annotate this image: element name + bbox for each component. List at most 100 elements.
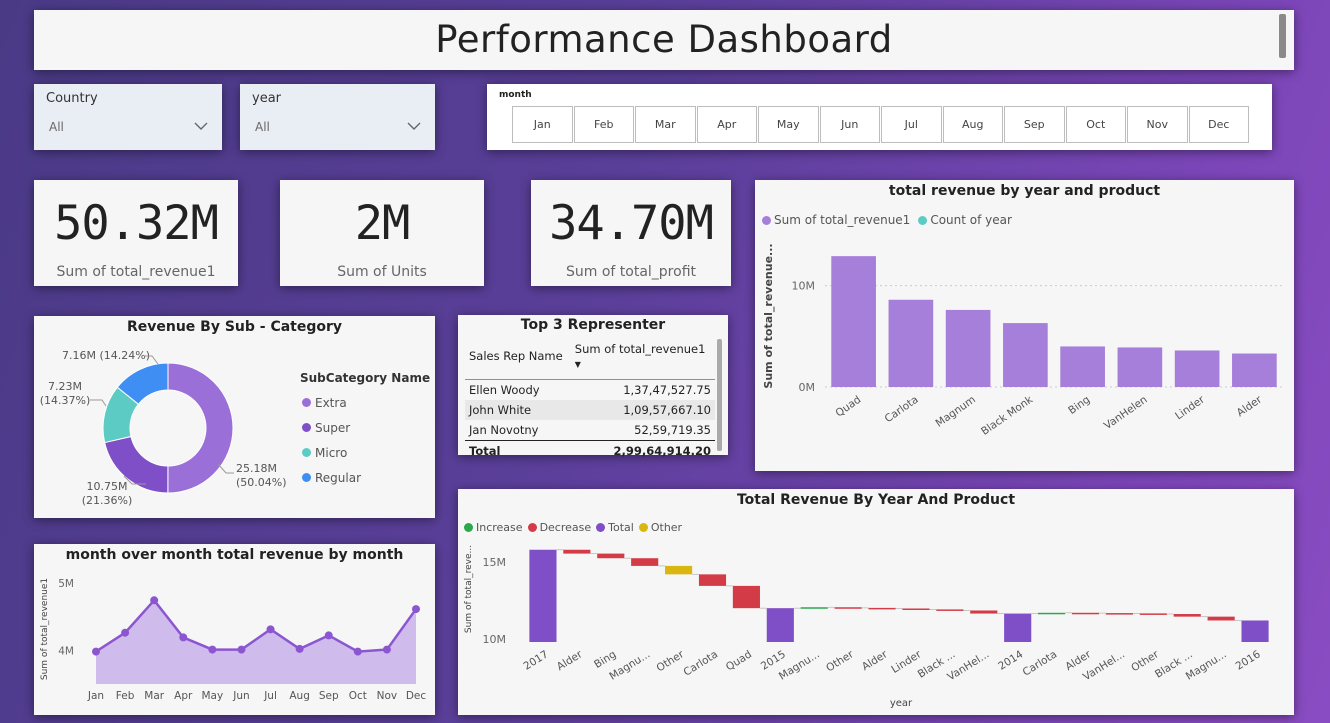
data-point[interactable]: [382, 645, 391, 654]
kpi-card-units: 2M Sum of Units: [280, 180, 484, 286]
legend-dot: [302, 448, 311, 457]
rep-revenue: 1,09,57,667.10: [570, 400, 715, 420]
legend-item[interactable]: Super: [302, 415, 361, 440]
data-point[interactable]: [121, 628, 130, 637]
legend-dot: [302, 473, 311, 482]
country-slicer[interactable]: Country All: [34, 84, 222, 150]
x-tick-label: May: [202, 690, 224, 702]
bar-alder[interactable]: [1232, 353, 1277, 387]
waterfall-bar[interactable]: [1173, 614, 1201, 617]
x-tick-label: Apr: [174, 690, 193, 702]
country-slicer-value[interactable]: All: [49, 120, 64, 134]
waterfall-bar[interactable]: [936, 609, 964, 611]
rep-revenue: 1,37,47,527.75: [623, 383, 711, 397]
x-tick-label: Carlota: [682, 648, 721, 678]
bar-black-monk[interactable]: [1003, 323, 1048, 387]
x-tick-label: Quad: [834, 394, 864, 420]
month-button-oct[interactable]: Oct: [1065, 106, 1126, 143]
bar-linder[interactable]: [1174, 350, 1220, 387]
data-point[interactable]: [208, 645, 217, 654]
top-reps-table: Sales Rep Name Sum of total_revenue1 ▼ El…: [465, 339, 715, 461]
column-header-revenue[interactable]: Sum of total_revenue1 ▼: [570, 339, 715, 380]
legend-item[interactable]: Extra: [302, 390, 361, 415]
month-button-jan[interactable]: Jan: [512, 106, 573, 143]
waterfall-bar[interactable]: [563, 549, 591, 554]
table-row[interactable]: John White 1,09,57,667.10: [465, 400, 715, 420]
month-button-jul[interactable]: Jul: [881, 106, 942, 143]
dashboard-title-bar: Performance Dashboard: [34, 10, 1294, 70]
x-tick-label: Quad: [724, 648, 754, 673]
waterfall-chart: 15M10MSum of total_reve...year2017 Alder B…: [464, 545, 1269, 709]
chevron-down-icon[interactable]: [194, 119, 208, 133]
column-header-rep[interactable]: Sales Rep Name: [465, 339, 571, 380]
year-slicer[interactable]: year All: [240, 84, 435, 150]
month-button-jun[interactable]: Jun: [819, 106, 880, 143]
kpi-card-revenue: 50.32M Sum of total_revenue1: [34, 180, 238, 286]
waterfall-bar[interactable]: [1139, 613, 1167, 615]
legend-item[interactable]: Micro: [302, 440, 361, 465]
waterfall-bar[interactable]: [732, 585, 760, 609]
rep-name: John White: [465, 400, 571, 420]
chevron-down-icon[interactable]: [407, 119, 421, 133]
month-button-feb[interactable]: Feb: [573, 106, 634, 143]
data-point[interactable]: [324, 631, 333, 640]
donut-slice-extra[interactable]: [167, 362, 234, 494]
data-point[interactable]: [412, 605, 420, 614]
bar-carlota[interactable]: [888, 299, 934, 387]
year-slicer-value[interactable]: All: [255, 120, 270, 134]
x-tick-label: Black Monk: [979, 393, 1036, 438]
month-button-sep[interactable]: Sep: [1004, 106, 1065, 143]
waterfall-bar[interactable]: [800, 607, 828, 609]
month-button-dec[interactable]: Dec: [1188, 106, 1249, 143]
month-slicer-label: month: [499, 90, 532, 100]
month-button-may[interactable]: May: [758, 106, 819, 143]
title-scrollbar[interactable]: [1279, 14, 1286, 58]
waterfall-bar[interactable]: [1038, 612, 1066, 615]
month-button-mar[interactable]: Mar: [635, 106, 696, 143]
bar-magnum[interactable]: [945, 309, 991, 387]
total-label: Total: [465, 440, 571, 461]
waterfall-bar[interactable]: [1071, 612, 1100, 615]
x-tick-label: Dec: [406, 690, 427, 702]
month-button-apr[interactable]: Apr: [696, 106, 757, 143]
waterfall-bar[interactable]: [970, 610, 998, 614]
kpi-value: 50.32M: [54, 196, 219, 251]
x-tick-label: Alder: [555, 648, 585, 673]
top-reps-table-panel: Top 3 Representer Sales Rep Name Sum of …: [458, 315, 728, 461]
data-point[interactable]: [237, 645, 246, 654]
bar-bing[interactable]: [1060, 346, 1105, 387]
bar-vanhelen[interactable]: [1117, 347, 1163, 387]
data-point[interactable]: [266, 625, 275, 634]
waterfall-bar[interactable]: [1207, 616, 1235, 621]
waterfall-bar[interactable]: [1241, 620, 1269, 642]
legend-item[interactable]: Regular: [302, 465, 361, 490]
area-chart: 5M 4M Sum of total_revenue1 Jan Feb Mar Apr May…: [40, 578, 427, 702]
table-row[interactable]: Ellen Woody 1,37,47,527.75: [465, 380, 715, 401]
waterfall-bar[interactable]: [902, 608, 930, 610]
waterfall-bar[interactable]: [868, 607, 896, 610]
data-point[interactable]: [150, 596, 159, 605]
data-point[interactable]: [179, 633, 188, 642]
table-total-row: Total 2,99,64,914.20: [465, 440, 715, 461]
legend-title: SubCategory Name: [300, 371, 431, 385]
data-point[interactable]: [295, 644, 304, 653]
month-button-aug[interactable]: Aug: [942, 106, 1003, 143]
waterfall-bar[interactable]: [1004, 613, 1032, 642]
y-tick-label: 10M: [483, 633, 507, 646]
kpi-label: Sum of Units: [337, 264, 427, 280]
waterfall-bar[interactable]: [766, 608, 794, 642]
month-slicer: month Jan Feb Mar Apr May Jun Jul Aug Sep Oct Nov D…: [487, 84, 1272, 150]
waterfall-bar[interactable]: [698, 574, 727, 586]
data-point[interactable]: [92, 647, 100, 656]
waterfall-bar[interactable]: [665, 565, 693, 575]
data-point[interactable]: [353, 647, 362, 656]
waterfall-bar[interactable]: [529, 549, 557, 642]
table-scrollbar[interactable]: [717, 339, 722, 451]
waterfall-bar[interactable]: [1105, 613, 1133, 615]
month-button-nov[interactable]: Nov: [1127, 106, 1188, 143]
waterfall-bar[interactable]: [834, 607, 862, 609]
bar-quad[interactable]: [831, 256, 876, 387]
waterfall-bar[interactable]: [631, 558, 659, 566]
waterfall-bar[interactable]: [597, 553, 625, 559]
table-row[interactable]: Jan Novotny 52,59,719.35: [465, 420, 715, 441]
